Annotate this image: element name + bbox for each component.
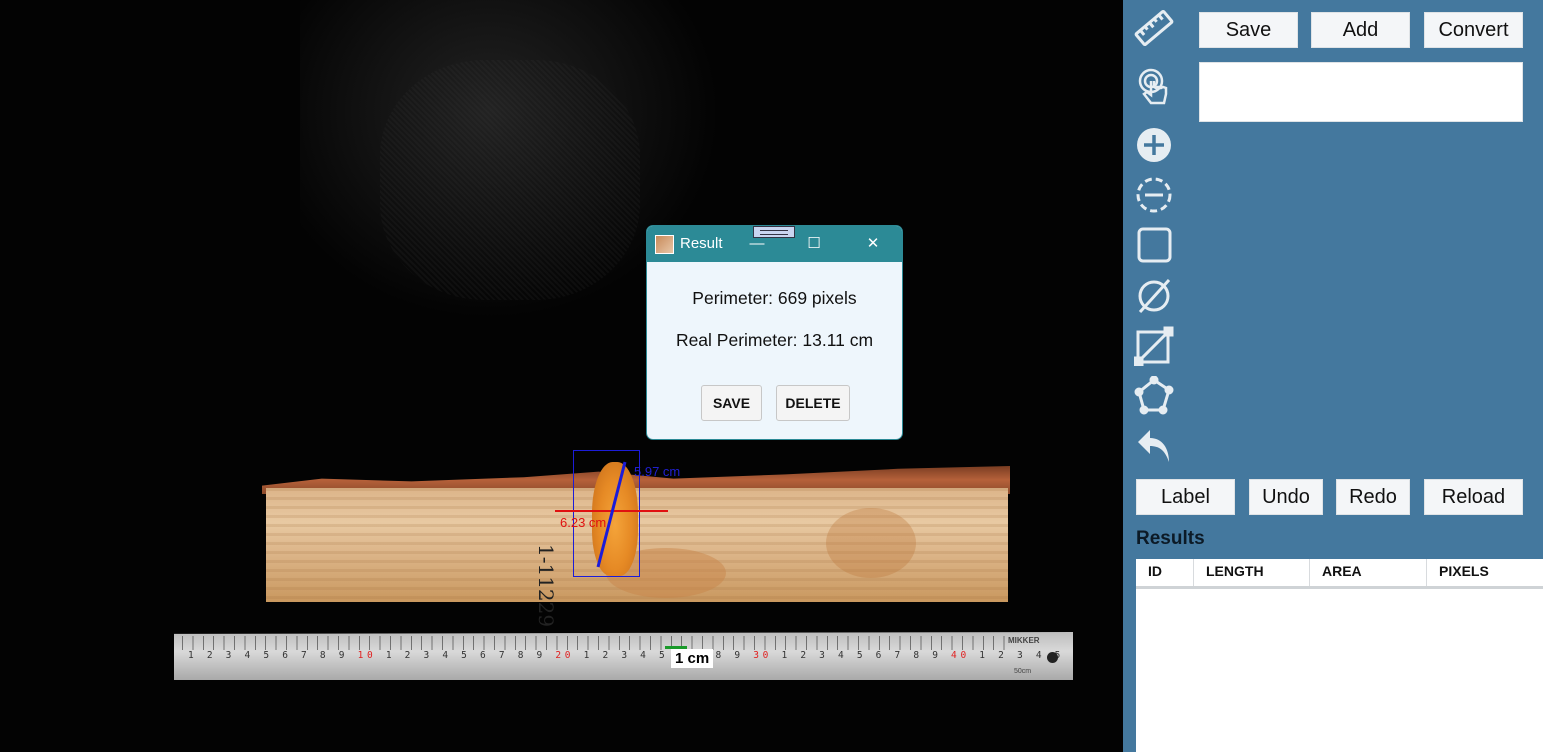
- image-canvas[interactable]: 1-11229 5.97 cm 6.23 cm 1 2 3 4 5 6 7 8 …: [0, 0, 1123, 752]
- vertical-measurement-line[interactable]: [573, 450, 641, 578]
- app-icon: [655, 235, 674, 254]
- steel-ruler: 1 2 3 4 5 6 7 8 9 10 1 2 3 4 5 6 7 8 9 2…: [174, 632, 1073, 680]
- result-dialog: Result — ☐ ✕ Perimeter: 669 pixels Real …: [646, 225, 903, 440]
- convert-button[interactable]: Convert: [1424, 12, 1523, 48]
- maximize-button[interactable]: ☐: [802, 232, 826, 256]
- polygon-icon[interactable]: [1134, 376, 1174, 416]
- sidebar: Save Add Convert Label Undo Redo Reload …: [1123, 0, 1543, 752]
- dialog-title: Result: [680, 235, 723, 252]
- square-icon[interactable]: [1134, 225, 1174, 265]
- save-button[interactable]: Save: [1199, 12, 1298, 48]
- background-fabric-texture: [380, 60, 640, 300]
- ruler-end-mark: 50cm: [1014, 668, 1032, 675]
- label-button[interactable]: Label: [1136, 479, 1235, 515]
- results-table[interactable]: ID LENGTH AREA PIXELS: [1136, 559, 1543, 752]
- info-textbox[interactable]: [1199, 62, 1523, 122]
- scale-label: 1 cm: [671, 649, 714, 668]
- minimize-button[interactable]: —: [745, 232, 769, 256]
- close-button[interactable]: ✕: [861, 232, 885, 256]
- undo-button[interactable]: Undo: [1249, 479, 1323, 515]
- empty-set-icon[interactable]: [1134, 276, 1174, 316]
- ruler-brand: MIKKER: [1008, 636, 1040, 645]
- hand-pointer-icon[interactable]: [1134, 67, 1174, 107]
- dialog-save-button[interactable]: SAVE: [701, 385, 762, 421]
- column-header-id[interactable]: ID: [1136, 559, 1194, 586]
- real-perimeter-text: Real Perimeter: 13.11 cm: [675, 330, 874, 350]
- ruler-hole: [1047, 652, 1058, 663]
- column-header-length[interactable]: LENGTH: [1194, 559, 1310, 586]
- dialog-titlebar[interactable]: Result — ☐ ✕: [647, 226, 902, 262]
- add-button[interactable]: Add: [1311, 12, 1410, 48]
- dialog-delete-button[interactable]: DELETE: [776, 385, 850, 421]
- plus-circle-icon[interactable]: [1134, 125, 1174, 165]
- horizontal-measurement-label: 6.23 cm: [560, 515, 607, 530]
- diagonal-box-icon[interactable]: [1134, 326, 1174, 366]
- undo-arrow-icon[interactable]: [1134, 426, 1174, 466]
- column-header-pixels[interactable]: PIXELS: [1427, 559, 1543, 586]
- results-title: Results: [1136, 528, 1205, 549]
- column-header-area[interactable]: AREA: [1310, 559, 1427, 586]
- wood-sample-id-writing: 1-11229: [478, 544, 558, 627]
- perimeter-text: Perimeter: 669 pixels: [692, 288, 857, 308]
- results-table-header: ID LENGTH AREA PIXELS: [1136, 559, 1543, 589]
- redo-button[interactable]: Redo: [1336, 479, 1410, 515]
- minus-circle-dashed-icon[interactable]: [1134, 175, 1174, 215]
- reload-button[interactable]: Reload: [1424, 479, 1523, 515]
- ruler-icon[interactable]: [1134, 8, 1174, 48]
- vertical-measurement-label: 5.97 cm: [634, 464, 681, 479]
